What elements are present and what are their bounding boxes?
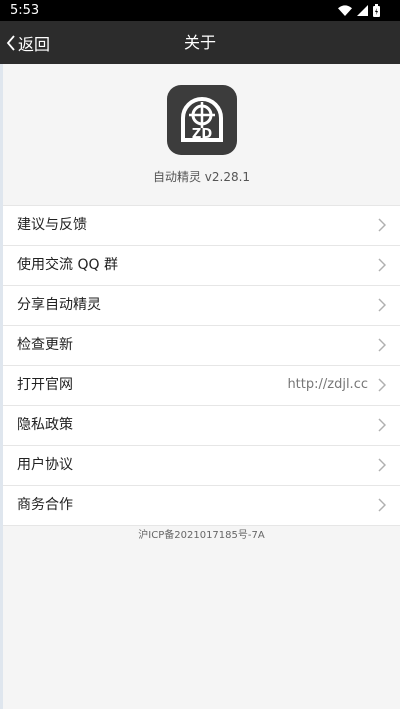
menu-item[interactable]: 隐私政策 xyxy=(3,406,400,446)
menu-item-label: 商务合作 xyxy=(17,497,73,513)
about-content: ZD 自动精灵 v2.28.1 建议与反馈使用交流 QQ 群分享自动精灵 检查更新… xyxy=(3,64,400,709)
menu-item[interactable]: 建议与反馈 xyxy=(3,205,400,246)
status-time: 5:53 xyxy=(10,3,40,18)
status-bar: 5:53 xyxy=(0,0,400,21)
chevron-right-icon xyxy=(378,338,386,352)
back-label: 返回 xyxy=(18,34,51,54)
menu-item-label: 打开官网 xyxy=(17,377,73,393)
chevron-left-icon xyxy=(6,34,15,51)
chevron-right-icon xyxy=(378,378,386,392)
menu-item-value: http://zdjl.cc xyxy=(287,377,368,392)
menu-item-label: 用户协议 xyxy=(17,457,73,473)
page-title: 关于 xyxy=(183,33,216,52)
menu-item-label: 隐私政策 xyxy=(17,417,73,433)
logo-text: ZD xyxy=(192,127,212,142)
menu-item[interactable]: 使用交流 QQ 群 xyxy=(3,246,400,286)
menu-item[interactable]: 检查更新 xyxy=(3,326,400,366)
menu-item-label: 建议与反馈 xyxy=(17,217,87,233)
chevron-right-icon xyxy=(378,418,386,432)
crosshair-logo-icon: ZD xyxy=(181,97,223,142)
chevron-right-icon xyxy=(378,498,386,512)
settings-menu: 建议与反馈使用交流 QQ 群分享自动精灵 检查更新打开官网 http://zdjl.… xyxy=(3,205,400,526)
status-icons xyxy=(338,3,380,17)
chevron-right-icon xyxy=(378,298,386,312)
icp-footer: 沪ICP备2021017185号-7A xyxy=(138,530,265,541)
menu-item[interactable]: 打开官网 http://zdjl.cc xyxy=(3,366,400,406)
chevron-right-icon xyxy=(378,258,386,272)
menu-item-label: 使用交流 QQ 群 xyxy=(17,257,118,273)
menu-item-label: 检查更新 xyxy=(17,337,73,353)
signal-icon xyxy=(357,4,368,16)
menu-item[interactable]: 商务合作 xyxy=(3,486,400,526)
chevron-right-icon xyxy=(378,218,386,232)
menu-item[interactable]: 分享自动精灵 xyxy=(3,286,400,326)
app-version: 自动精灵 v2.28.1 xyxy=(152,170,251,184)
battery-icon xyxy=(373,3,380,17)
app-logo: ZD xyxy=(167,85,237,155)
menu-item[interactable]: 用户协议 xyxy=(3,446,400,486)
wifi-icon xyxy=(338,4,352,16)
back-button[interactable]: 返回 xyxy=(6,21,50,64)
chevron-right-icon xyxy=(378,458,386,472)
menu-item-label: 分享自动精灵 xyxy=(17,297,101,313)
nav-bar: 返回 关于 xyxy=(0,21,400,64)
